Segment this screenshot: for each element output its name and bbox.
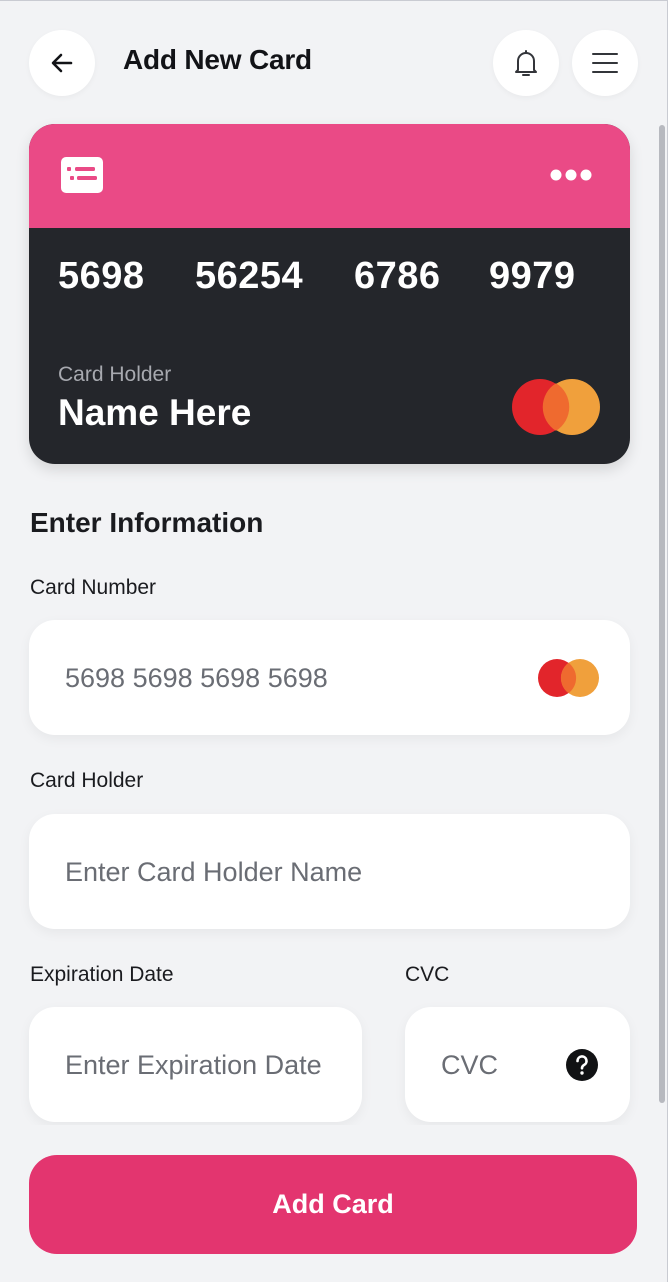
cvc-label: CVC: [405, 963, 450, 986]
question-mark-icon[interactable]: [565, 1048, 599, 1082]
bottom-action-bar: Add Card: [0, 1125, 667, 1282]
card-number-group: 9979: [489, 255, 576, 297]
card-number-input[interactable]: [65, 658, 505, 698]
card-number-group: 56254: [195, 255, 304, 297]
expiration-date-label: Expiration Date: [30, 963, 174, 986]
card-preview-header: [29, 124, 630, 228]
card-preview: 5698 56254 6786 9979 Card Holder Name He…: [29, 124, 630, 464]
hamburger-menu-icon: [592, 53, 618, 73]
card-holder-label: Card Holder: [30, 769, 144, 792]
mastercard-logo-icon: [512, 379, 600, 435]
expiration-date-field[interactable]: [29, 1007, 362, 1122]
card-number-label: Card Number: [30, 576, 157, 599]
card-holder-label: Card Holder: [58, 363, 172, 386]
back-button[interactable]: [29, 30, 95, 96]
card-number-group: 5698: [58, 255, 145, 297]
section-title: Enter Information: [30, 507, 264, 538]
card-holder-field[interactable]: [29, 814, 630, 929]
arrow-left-icon: [51, 53, 73, 73]
add-card-button[interactable]: Add Card: [29, 1155, 637, 1254]
card-holder-input[interactable]: [65, 852, 595, 892]
page-title: Add New Card: [123, 44, 312, 75]
cvc-input[interactable]: [441, 1045, 551, 1085]
menu-button[interactable]: [572, 30, 638, 96]
scrollbar[interactable]: [659, 125, 665, 1103]
expiration-date-input[interactable]: [65, 1045, 327, 1085]
notifications-button[interactable]: [493, 30, 559, 96]
app-screen: Add New Card 5698 56254 6786 9979 Card H…: [0, 0, 668, 1282]
bell-icon: [515, 50, 537, 76]
card-holder-name: Name Here: [58, 392, 252, 433]
cvc-field[interactable]: [405, 1007, 630, 1122]
card-list-icon: [61, 157, 103, 193]
card-number-field[interactable]: [29, 620, 630, 735]
more-dots-icon[interactable]: [550, 168, 592, 182]
mastercard-logo-icon: [538, 659, 599, 697]
card-number-group: 6786: [354, 255, 441, 297]
